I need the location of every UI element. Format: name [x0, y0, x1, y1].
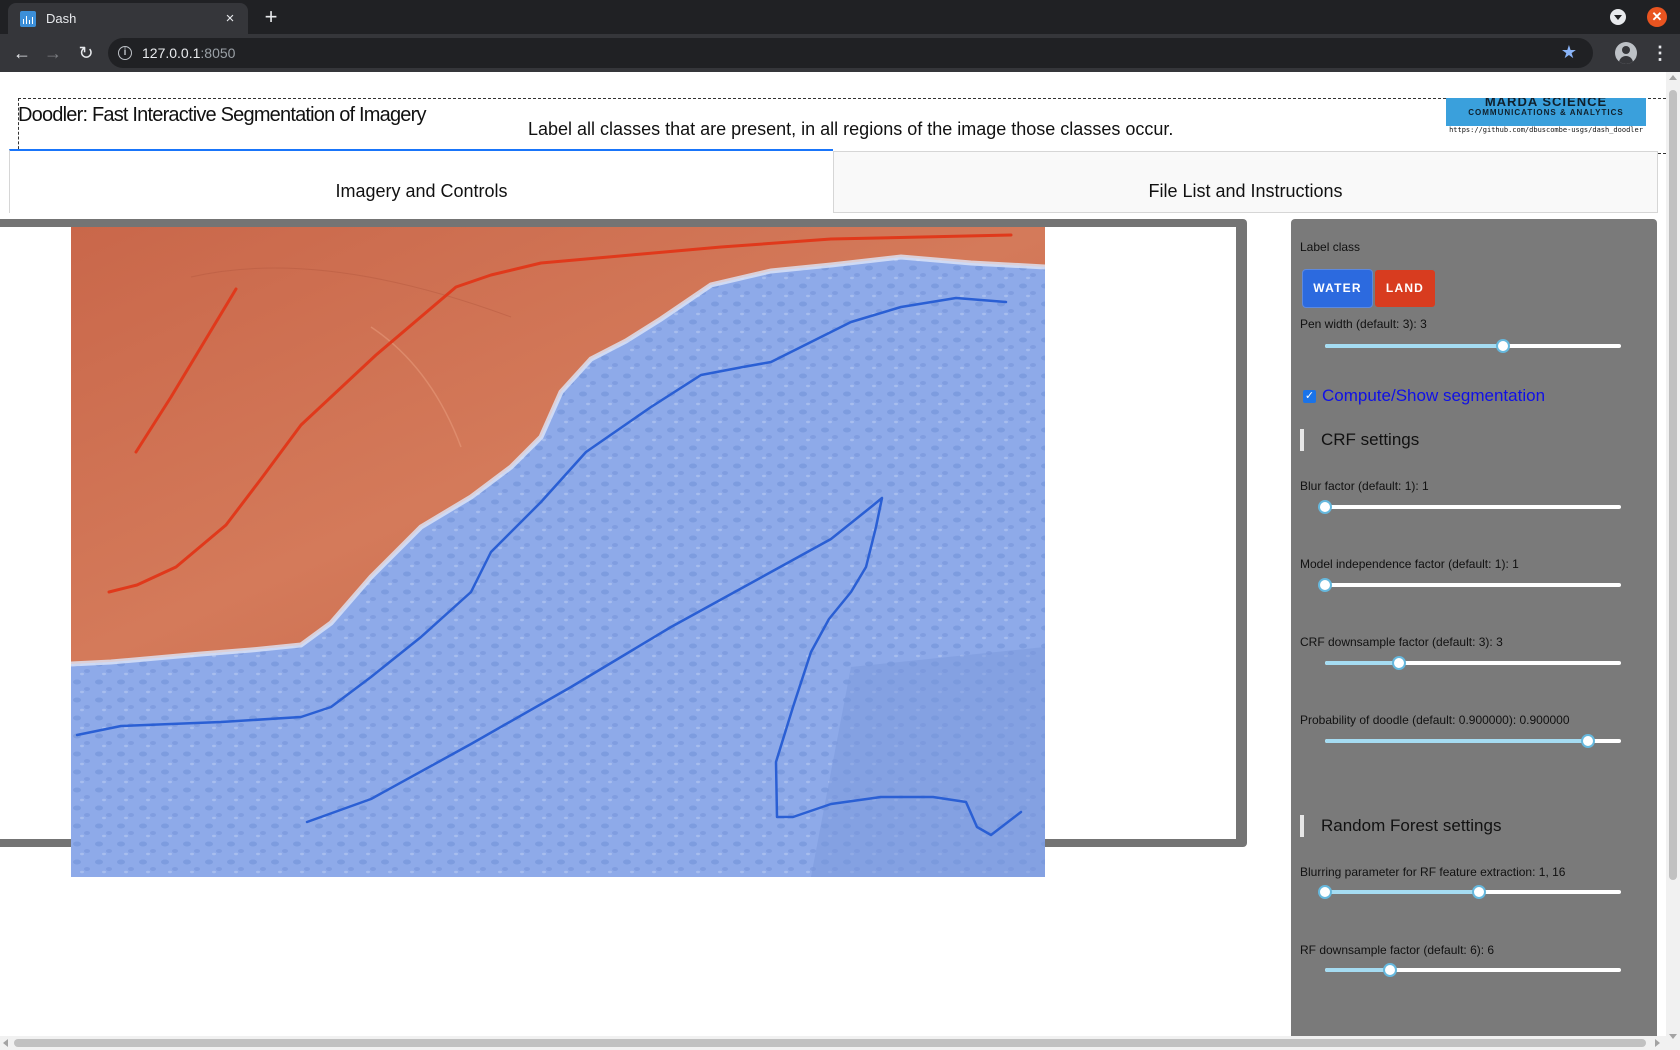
slider-handle[interactable] — [1318, 500, 1332, 514]
slider-handle[interactable] — [1383, 963, 1397, 977]
rf-blur-range-slider[interactable] — [1318, 884, 1621, 900]
page-viewport: Doodler: Fast Interactive Segmentation o… — [0, 72, 1666, 1036]
pen-width-label: Pen width (default: 3): 3 — [1300, 317, 1427, 331]
doodle-probability-label: Probability of doodle (default: 0.900000… — [1300, 713, 1570, 727]
doodle-probability-slider[interactable] — [1325, 733, 1621, 749]
bookmark-star-icon[interactable]: ★ — [1561, 42, 1577, 63]
new-tab-button[interactable]: + — [258, 4, 284, 30]
close-tab-icon[interactable]: × — [222, 10, 238, 27]
vertical-scroll-thumb[interactable] — [1669, 90, 1677, 880]
horizontal-scrollbar[interactable] — [0, 1036, 1666, 1050]
crf-settings-heading: CRF settings — [1300, 429, 1419, 451]
tab-file-list-and-instructions[interactable]: File List and Instructions — [833, 151, 1658, 213]
random-forest-settings-heading: Random Forest settings — [1300, 815, 1501, 837]
rf-downsample-label: RF downsample factor (default: 6): 6 — [1300, 943, 1495, 957]
blur-factor-label: Blur factor (default: 1): 1 — [1300, 479, 1429, 493]
window-close-button[interactable]: ✕ — [1647, 7, 1667, 27]
blur-factor-slider[interactable] — [1318, 499, 1621, 515]
segmentation-toggle[interactable]: ✓ Compute/Show segmentation — [1303, 386, 1545, 406]
tab-imagery-and-controls[interactable]: Imagery and Controls — [9, 149, 833, 213]
segmentation-label[interactable]: Compute/Show segmentation — [1322, 386, 1545, 406]
page-title: Doodler: Fast Interactive Segmentation o… — [18, 104, 426, 126]
url-text[interactable]: 127.0.0.1:8050 — [142, 45, 235, 61]
slider-handle[interactable] — [1581, 734, 1595, 748]
scroll-right-arrow-icon[interactable] — [1655, 1039, 1660, 1047]
browser-tab[interactable]: Dash × — [8, 3, 248, 34]
rf-blur-label: Blurring parameter for RF feature extrac… — [1300, 865, 1566, 879]
browser-toolbar: ← → ↻ i 127.0.0.1:8050 ★ ⋮ — [0, 34, 1680, 72]
scroll-left-arrow-icon[interactable] — [3, 1039, 8, 1047]
model-independence-label: Model independence factor (default: 1): … — [1300, 557, 1519, 571]
rf-downsample-slider[interactable] — [1325, 962, 1621, 978]
slider-handle[interactable] — [1392, 656, 1406, 670]
marda-science-logo: MARDA SCIENCE COMMUNICATIONS & ANALYTICS — [1446, 98, 1646, 126]
segmentation-checkbox[interactable]: ✓ — [1303, 389, 1316, 403]
site-info-icon[interactable]: i — [118, 46, 132, 60]
pen-width-slider[interactable] — [1325, 338, 1621, 354]
water-class-button[interactable]: WATER — [1302, 269, 1373, 308]
slider-handle-high[interactable] — [1472, 885, 1486, 899]
crf-downsample-slider[interactable] — [1325, 655, 1621, 671]
slider-handle[interactable] — [1496, 339, 1510, 353]
crf-downsample-label: CRF downsample factor (default: 3): 3 — [1300, 635, 1503, 649]
scroll-down-arrow-icon[interactable] — [1669, 1034, 1677, 1039]
control-panel: Label class WATER LAND Pen width (defaul… — [1291, 219, 1657, 1036]
model-independence-slider[interactable] — [1318, 577, 1621, 593]
horizontal-scroll-thumb[interactable] — [14, 1039, 1646, 1047]
tab-search-dropdown-icon[interactable] — [1610, 9, 1626, 25]
slider-handle[interactable] — [1318, 578, 1332, 592]
slider-handle-low[interactable] — [1318, 885, 1332, 899]
instruction-text: Label all classes that are present, in a… — [528, 119, 1174, 139]
scroll-up-arrow-icon[interactable] — [1669, 75, 1677, 80]
profile-avatar-icon[interactable] — [1615, 42, 1637, 64]
dash-favicon-icon — [20, 10, 36, 27]
forward-arrow-icon[interactable]: → — [40, 40, 66, 66]
reload-icon[interactable]: ↻ — [73, 40, 99, 66]
label-class-title: Label class — [1300, 240, 1361, 254]
browser-menu-icon[interactable]: ⋮ — [1650, 42, 1670, 64]
image-panel — [0, 219, 1247, 877]
segmentation-canvas[interactable] — [71, 227, 1045, 877]
browser-tab-title: Dash — [46, 11, 77, 26]
land-class-button[interactable]: LAND — [1374, 269, 1436, 308]
logo-url-text: https://github.com/dbuscombe-usgs/dash_d… — [1449, 126, 1643, 134]
back-arrow-icon[interactable]: ← — [9, 40, 35, 66]
address-bar[interactable]: i 127.0.0.1:8050 ★ — [108, 38, 1593, 68]
vertical-scrollbar[interactable] — [1666, 72, 1680, 1050]
browser-tab-bar: Dash × + ✕ — [0, 0, 1680, 34]
